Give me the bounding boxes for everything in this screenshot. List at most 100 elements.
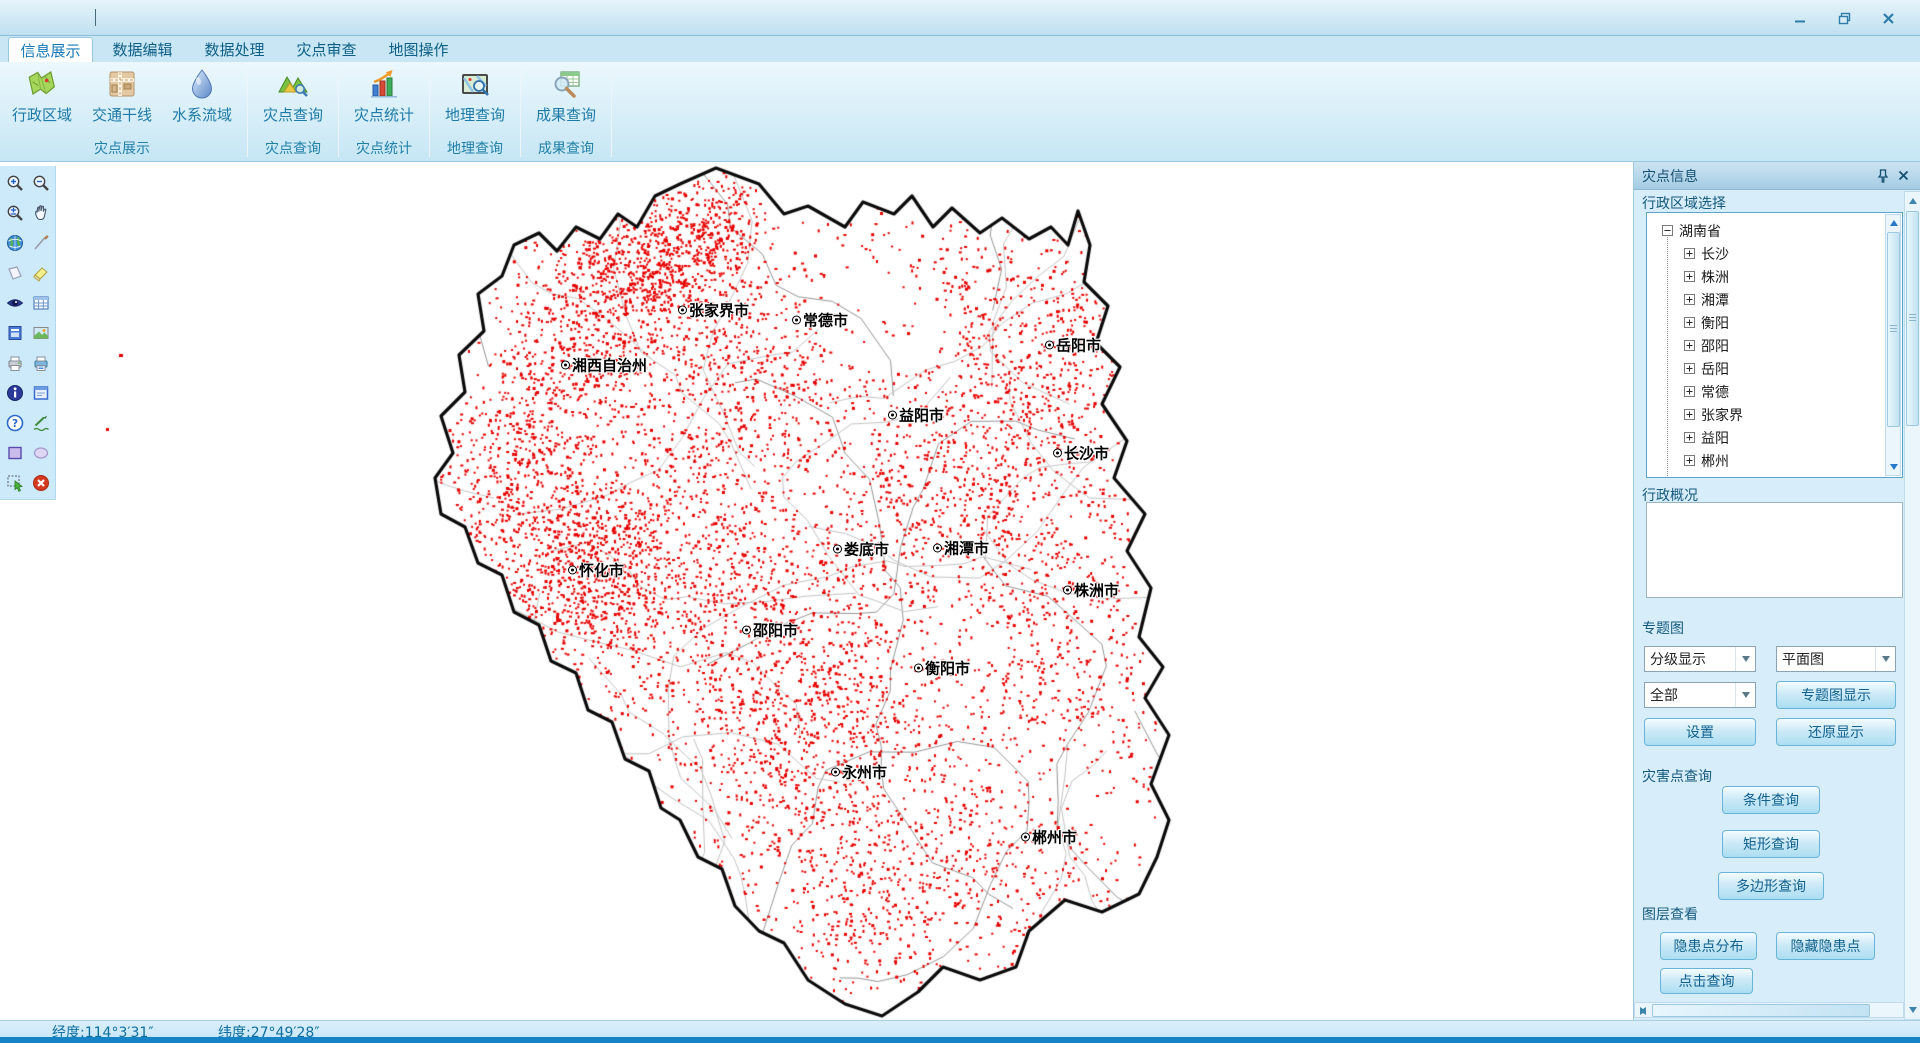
ribbon-button[interactable]: 灾点查询 — [253, 62, 333, 138]
expand-icon[interactable] — [1684, 294, 1695, 305]
panel-h-scrollbar[interactable] — [1634, 1002, 1904, 1018]
image-icon — [31, 323, 51, 343]
ribbon-button-label: 水系流域 — [172, 104, 232, 125]
rectangle-button[interactable] — [2, 438, 28, 468]
tree-item[interactable]: 常德 — [1647, 380, 1872, 403]
ribbon-button[interactable]: 地理查询 — [435, 62, 515, 138]
tree-scroll-down-icon[interactable] — [1887, 460, 1900, 474]
tab-disaster-review[interactable]: 灾点审查 — [284, 37, 369, 62]
tree-item[interactable]: 张家界 — [1647, 403, 1872, 426]
select-button[interactable] — [2, 468, 28, 498]
scroll-down-icon[interactable] — [1906, 1003, 1919, 1017]
measure-button[interactable] — [28, 408, 54, 438]
polygon-button[interactable] — [2, 258, 28, 288]
expand-icon[interactable] — [1684, 317, 1695, 328]
image-button[interactable] — [28, 318, 54, 348]
tree-item[interactable]: 岳阳 — [1647, 357, 1872, 380]
expand-icon[interactable] — [1684, 363, 1695, 374]
delete-button[interactable] — [28, 468, 54, 498]
tree-item[interactable]: 郴州 — [1647, 449, 1872, 472]
print-color-button[interactable] — [28, 348, 54, 378]
zoom-out-button[interactable] — [28, 168, 54, 198]
ribbon-button[interactable]: 成果查询 — [526, 62, 606, 138]
panel-close-button[interactable] — [1893, 170, 1913, 181]
hazard-distribution-button[interactable]: 隐患点分布 — [1660, 932, 1757, 960]
ribbon-button[interactable]: 灾点统计 — [344, 62, 424, 138]
pin-button[interactable] — [1873, 169, 1893, 183]
zoom-in-button[interactable] — [2, 168, 28, 198]
ribbon-button[interactable]: 行政区域 — [2, 62, 82, 138]
expand-icon[interactable] — [1684, 271, 1695, 282]
ellipse-icon — [31, 443, 51, 463]
overview-textarea[interactable] — [1646, 502, 1903, 598]
settings-button[interactable]: 设置 — [1644, 718, 1756, 746]
plan-view-select[interactable]: 平面图 — [1776, 646, 1896, 672]
expand-icon[interactable] — [1684, 248, 1695, 259]
hide-hazard-button[interactable]: 隐藏隐患点 — [1776, 932, 1875, 960]
tree-item[interactable]: 湘潭 — [1647, 288, 1872, 311]
scroll-right-icon[interactable] — [1636, 1004, 1650, 1017]
tree-item[interactable]: 湖南省 — [1647, 219, 1872, 242]
tree-scrollbar-thumb[interactable] — [1887, 232, 1900, 427]
minimize-icon — [1794, 12, 1807, 25]
panel-h-scrollbar-thumb[interactable] — [1652, 1004, 1870, 1017]
close-button[interactable] — [1866, 5, 1910, 31]
window-button[interactable] — [28, 378, 54, 408]
tab-data-process[interactable]: 数据处理 — [192, 37, 277, 62]
ribbon-group-label: 灾点统计 — [344, 138, 424, 158]
rectangle-query-button[interactable]: 矩形查询 — [1722, 830, 1820, 858]
info-button[interactable] — [2, 378, 28, 408]
help-button[interactable]: ? — [2, 408, 28, 438]
expand-icon[interactable] — [1684, 409, 1695, 420]
tree-item[interactable]: 长沙 — [1647, 242, 1872, 265]
tab-info-display[interactable]: 信息展示 — [8, 37, 93, 62]
polygon-query-button[interactable]: 多边形查询 — [1718, 872, 1824, 900]
tree-item[interactable]: 株洲 — [1647, 265, 1872, 288]
tree-item[interactable]: 邵阳 — [1647, 334, 1872, 357]
eraser-button[interactable] — [28, 258, 54, 288]
zoom-extent-button[interactable] — [2, 198, 28, 228]
restore-display-button[interactable]: 还原显示 — [1776, 718, 1896, 746]
panel-v-scrollbar[interactable] — [1904, 191, 1920, 1020]
globe-button[interactable] — [2, 228, 28, 258]
tab-map-operation[interactable]: 地图操作 — [376, 37, 461, 62]
tab-data-edit[interactable]: 数据编辑 — [100, 37, 185, 62]
expand-icon[interactable] — [1684, 432, 1695, 443]
tree-scroll-up-icon[interactable] — [1887, 216, 1900, 230]
expand-icon[interactable] — [1684, 455, 1695, 466]
print-button[interactable] — [2, 348, 28, 378]
form-button[interactable] — [2, 318, 28, 348]
map-canvas[interactable] — [0, 162, 1633, 1020]
chevron-down-icon — [1735, 647, 1755, 671]
thematic-show-button[interactable]: 专题图显示 — [1776, 681, 1896, 709]
pan-icon — [31, 203, 51, 223]
collapse-icon[interactable] — [1662, 225, 1673, 236]
tree-item[interactable]: 益阳 — [1647, 426, 1872, 449]
expand-icon[interactable] — [1684, 386, 1695, 397]
ribbon-button[interactable]: 交通干线 — [82, 62, 162, 138]
print-icon — [5, 353, 25, 373]
region-tree[interactable]: 湖南省长沙株洲湘潭衡阳邵阳岳阳常德张家界益阳郴州 — [1646, 212, 1903, 478]
eye-button[interactable] — [2, 288, 28, 318]
ellipse-button[interactable] — [28, 438, 54, 468]
line-button[interactable] — [28, 228, 54, 258]
condition-query-button[interactable]: 条件查询 — [1722, 786, 1820, 814]
table-search-icon — [549, 67, 583, 101]
tree-item[interactable]: 衡阳 — [1647, 311, 1872, 334]
minimize-button[interactable] — [1778, 5, 1822, 31]
click-query-button[interactable]: 点击查询 — [1660, 968, 1753, 994]
ribbon-button[interactable]: 水系流域 — [162, 62, 242, 138]
grade-display-select[interactable]: 分级显示 — [1644, 646, 1756, 672]
maximize-button[interactable] — [1822, 5, 1866, 31]
zoom-in-icon — [5, 173, 25, 193]
globe-icon — [5, 233, 25, 253]
table-button[interactable] — [28, 288, 54, 318]
panel-v-scrollbar-thumb[interactable] — [1906, 211, 1919, 426]
ribbon-tabbar: 信息展示数据编辑数据处理灾点审查地图操作 — [0, 36, 1920, 62]
tree-scrollbar[interactable] — [1885, 214, 1901, 476]
all-select[interactable]: 全部 — [1644, 682, 1756, 708]
region-select-heading: 行政区域选择 — [1642, 193, 1726, 213]
scroll-up-icon[interactable] — [1906, 194, 1919, 208]
expand-icon[interactable] — [1684, 340, 1695, 351]
pan-button[interactable] — [28, 198, 54, 228]
